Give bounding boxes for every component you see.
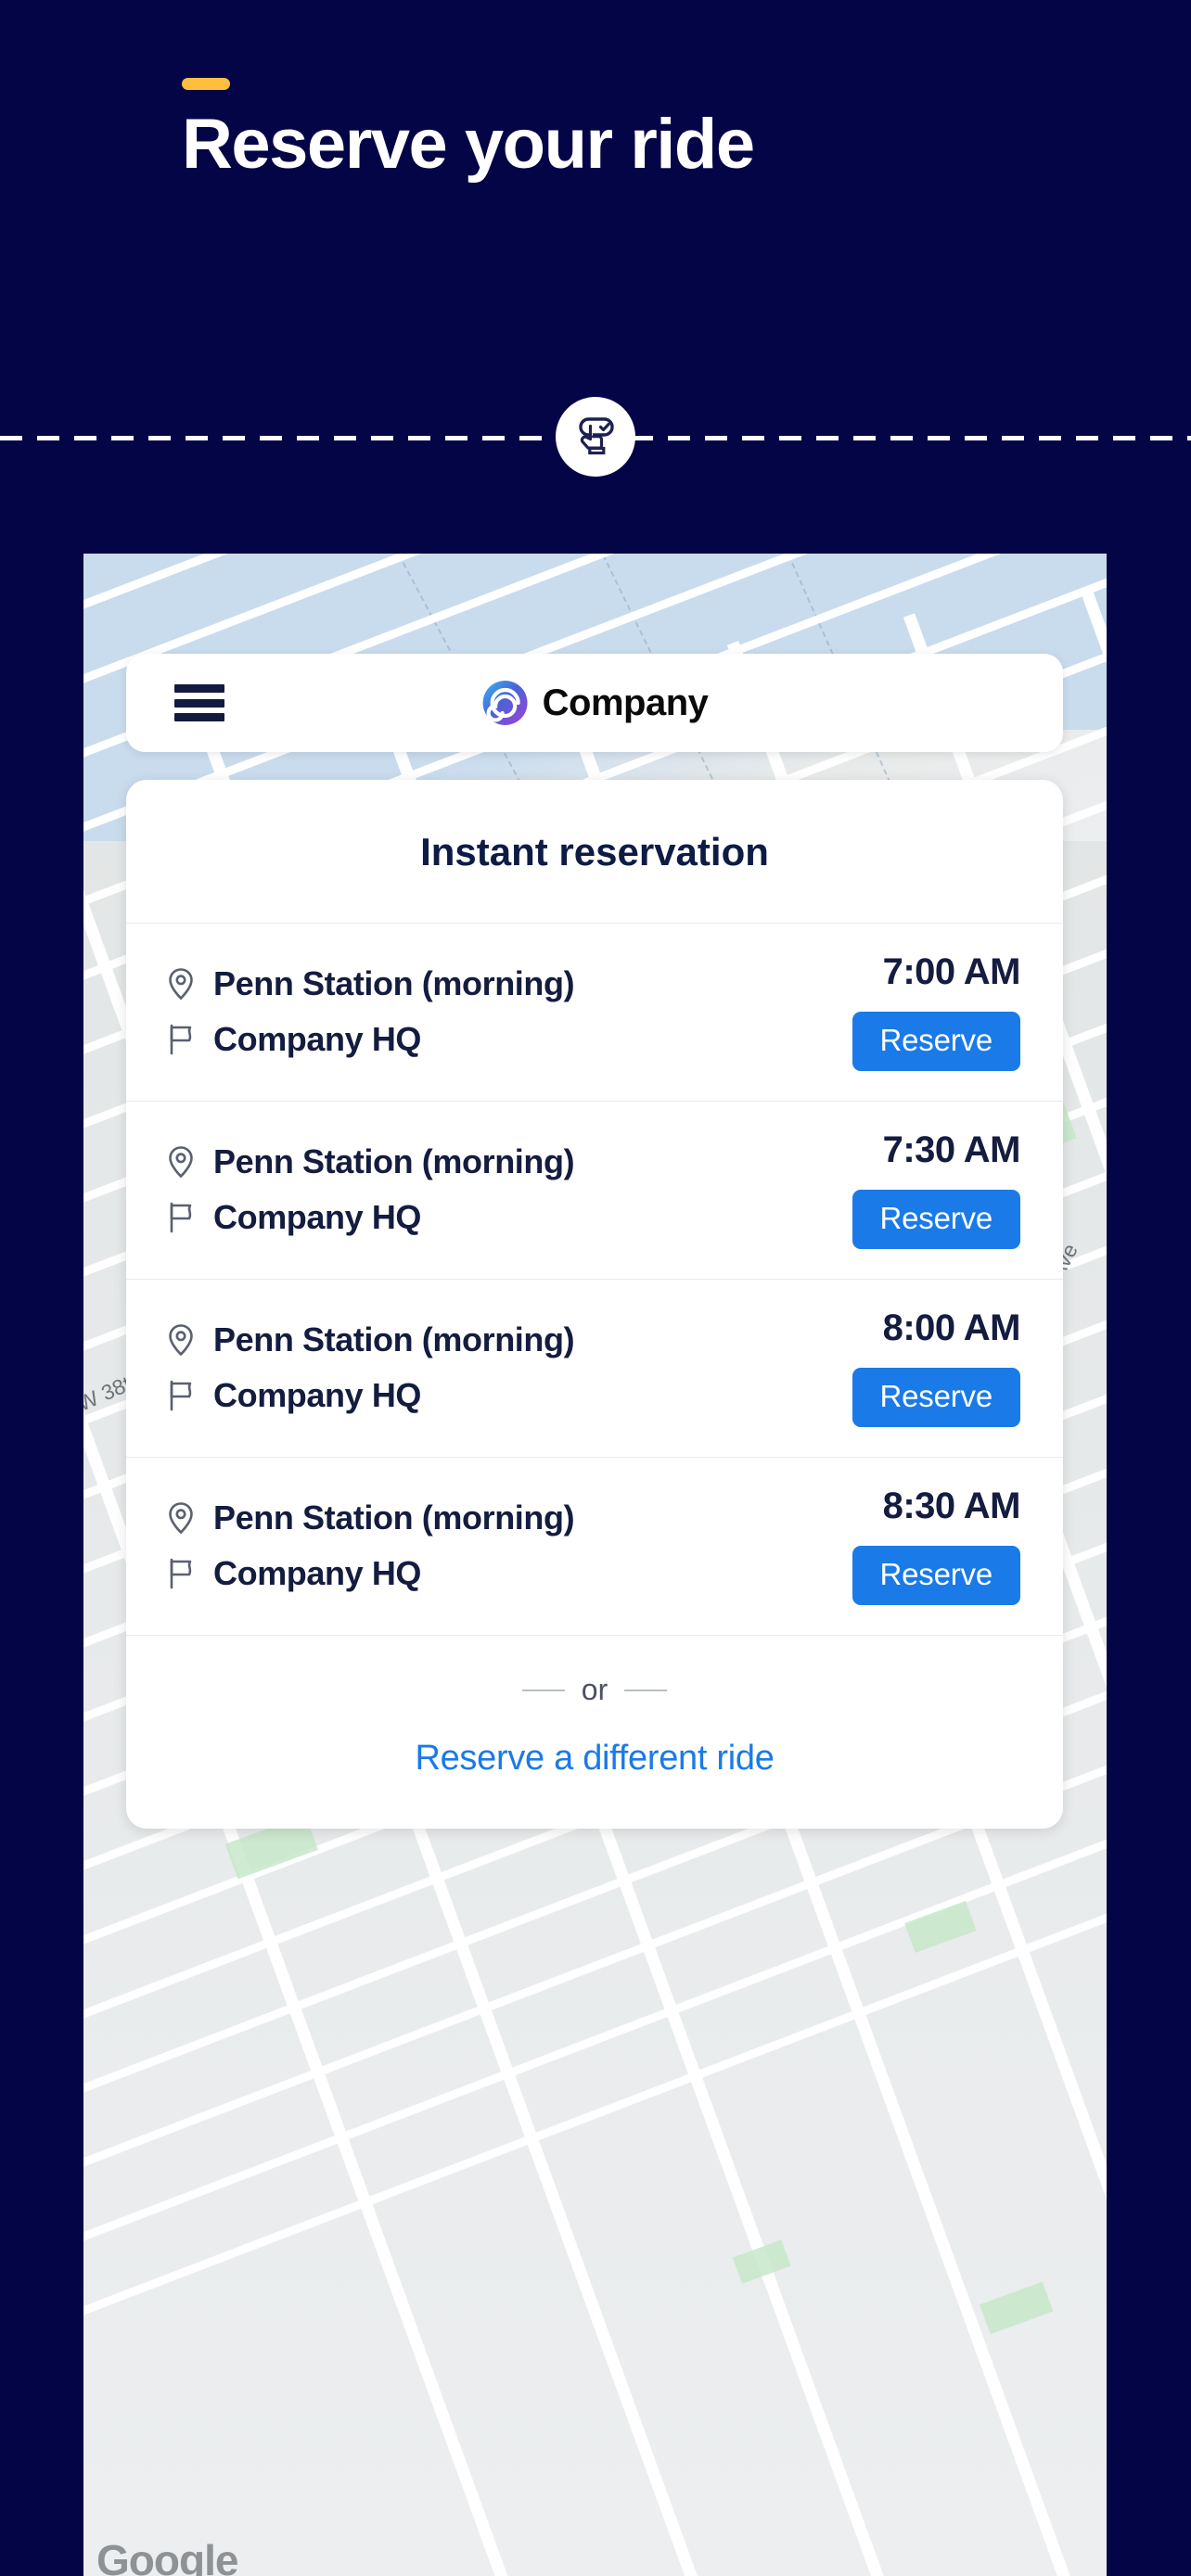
departure-time: 7:00 AM [882, 951, 1021, 992]
instant-reservation-card: Instant reservation Penn Station (mornin… [126, 780, 1063, 1829]
row-stops: Penn Station (morning) Company HQ [167, 1320, 575, 1415]
reserve-different-ride-link[interactable]: Reserve a different ride [126, 1739, 1063, 1779]
reserve-button[interactable]: Reserve [852, 1190, 1020, 1249]
brand-name: Company [542, 682, 709, 723]
phone-screen: HELL'S KITCHEN W 45th St 9th Ave W 52nd … [83, 554, 1107, 2576]
tap-button-check-icon [556, 397, 635, 477]
row-action: 7:00 AM Reserve [852, 951, 1021, 1071]
dropoff-label: Company HQ [213, 1019, 422, 1058]
hamburger-menu-icon[interactable] [174, 684, 224, 721]
dropoff-stop: Company HQ [167, 1198, 574, 1237]
row-stops: Penn Station (morning) Company HQ [167, 963, 575, 1059]
map-pin-icon [169, 967, 193, 1000]
or-divider-line-right [624, 1689, 668, 1691]
row-action: 7:30 AM Reserve [852, 1129, 1021, 1249]
map-pin-icon [169, 1501, 193, 1534]
flag-icon [170, 1380, 192, 1410]
map-attribution: Google [96, 2536, 238, 2576]
dropoff-label: Company HQ [213, 1553, 422, 1592]
table-row[interactable]: Penn Station (morning) Company HQ 7:30 A… [126, 1102, 1063, 1280]
table-row[interactable]: Penn Station (morning) Company HQ 8:00 A… [126, 1280, 1063, 1458]
row-action: 8:30 AM Reserve [852, 1486, 1021, 1605]
pickup-label: Penn Station (morning) [213, 1498, 575, 1537]
company-spiral-logo-icon [482, 681, 528, 725]
brand: Company [481, 679, 709, 727]
table-row[interactable]: Penn Station (morning) Company HQ 7:00 A… [126, 924, 1063, 1102]
section-divider [0, 397, 1191, 477]
or-label: or [581, 1673, 608, 1706]
flag-icon [170, 1024, 192, 1054]
reserve-button[interactable]: Reserve [852, 1368, 1020, 1427]
flag-icon [170, 1202, 192, 1232]
row-action: 8:00 AM Reserve [852, 1307, 1021, 1427]
pickup-label: Penn Station (morning) [213, 1141, 575, 1180]
dropoff-stop: Company HQ [167, 1020, 574, 1059]
departure-time: 8:00 AM [882, 1307, 1021, 1348]
departure-time: 8:30 AM [882, 1486, 1021, 1526]
pickup-stop: Penn Station (morning) [167, 1320, 575, 1359]
dropoff-stop: Company HQ [167, 1554, 574, 1593]
or-divider: or [126, 1673, 1063, 1707]
dropoff-label: Company HQ [213, 1375, 422, 1414]
dropoff-label: Company HQ [213, 1197, 422, 1236]
dropoff-stop: Company HQ [167, 1376, 574, 1415]
card-footer: or Reserve a different ride [126, 1636, 1063, 1829]
pickup-stop: Penn Station (morning) [167, 963, 575, 1003]
row-stops: Penn Station (morning) Company HQ [167, 1141, 575, 1237]
row-stops: Penn Station (morning) Company HQ [167, 1498, 575, 1593]
departure-time: 7:30 AM [882, 1129, 1021, 1170]
pickup-label: Penn Station (morning) [213, 1320, 575, 1358]
accent-bar [182, 78, 230, 90]
page-title: Reserve your ride [182, 105, 755, 184]
map-pin-icon [169, 1323, 193, 1356]
app-header-bar: Company [126, 654, 1063, 752]
pickup-stop: Penn Station (morning) [167, 1141, 575, 1181]
or-divider-line-left [521, 1689, 565, 1691]
flag-icon [170, 1558, 192, 1588]
table-row[interactable]: Penn Station (morning) Company HQ 8:30 A… [126, 1458, 1063, 1636]
reserve-button[interactable]: Reserve [852, 1546, 1020, 1605]
map-pin-icon [169, 1145, 193, 1178]
reserve-button[interactable]: Reserve [852, 1012, 1020, 1071]
pickup-label: Penn Station (morning) [213, 963, 575, 1002]
pickup-stop: Penn Station (morning) [167, 1498, 575, 1537]
card-title: Instant reservation [126, 780, 1063, 924]
page-root: Reserve your ride Ave W 38th Google Comp… [0, 0, 1191, 2576]
